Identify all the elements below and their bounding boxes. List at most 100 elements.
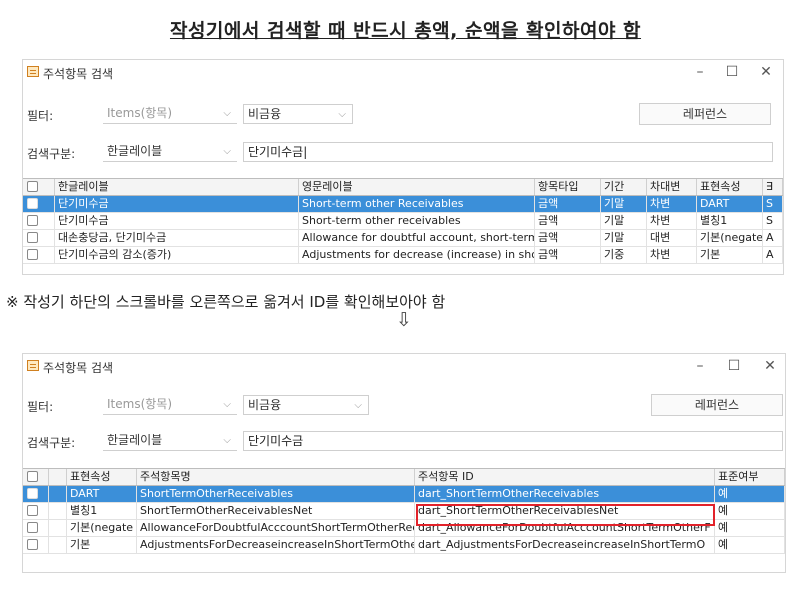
table-header: 표현속성 주석항목명 주석항목 ID 표준여부 (23, 469, 785, 486)
filter-value: Items(항목) (107, 106, 173, 120)
header-checkbox-cell[interactable] (23, 179, 55, 195)
category-dropdown[interactable]: 비금융 ⌵ (243, 395, 369, 415)
header-checkbox-cell[interactable] (23, 469, 49, 485)
indicator-cell (49, 520, 67, 536)
truncated-cell: S (763, 213, 783, 229)
column-header[interactable]: 한글레이블 (55, 179, 299, 195)
presentation-cell: DART (697, 196, 763, 212)
korean-label-cell: 단기미수금 (55, 213, 299, 229)
results-table: 표현속성 주석항목명 주석항목 ID 표준여부 DART ShortTermOt… (23, 468, 785, 554)
presentation-cell: 별칭1 (697, 213, 763, 229)
table-row[interactable]: 단기미수금의 감소(증가) Adjustments for decrease (… (23, 247, 783, 264)
arrow-down-icon: ⇩ (396, 309, 412, 331)
search-type-label: 검색구분: (27, 147, 76, 161)
item-name-cell: ShortTermOtherReceivablesNet (137, 503, 415, 519)
minimize-button[interactable]: – (685, 356, 715, 376)
table-row[interactable]: 대손충당금, 단기미수금 Allowance for doubtful acco… (23, 230, 783, 247)
item-id-cell: dart_AdjustmentsForDecreaseincreaseInSho… (415, 537, 715, 553)
close-button[interactable]: ✕ (755, 356, 785, 376)
english-label-cell: Adjustments for decrease (increase) in s… (299, 247, 535, 263)
select-all-checkbox[interactable] (27, 471, 38, 482)
item-type-cell: 금액 (535, 213, 601, 229)
maximize-button[interactable]: ☐ (719, 356, 749, 376)
row-checkbox[interactable] (27, 249, 38, 260)
korean-label-cell: 단기미수금의 감소(증가) (55, 247, 299, 263)
item-type-cell: 금액 (535, 196, 601, 212)
balance-cell: 차변 (647, 196, 697, 212)
annotation-search-window-top: 주석항목 검색 – ☐ ✕ 필터: Items(항목) ⌵ 비금융 ⌵ 레퍼런스… (22, 59, 784, 275)
standard-cell: 예 (715, 520, 785, 536)
english-label-cell: Short-term other receivables (299, 213, 535, 229)
english-label-cell: Allowance for doubtful account, short-te… (299, 230, 535, 246)
korean-label-cell: 단기미수금 (55, 196, 299, 212)
window-title: 주석항목 검색 (43, 361, 114, 375)
presentation-cell: 기본 (67, 537, 137, 553)
row-checkbox[interactable] (27, 539, 38, 550)
truncated-cell: A (763, 230, 783, 246)
search-type-label: 검색구분: (27, 436, 76, 450)
column-header[interactable]: 기간 (601, 179, 647, 195)
presentation-cell: 기본(negate (67, 520, 137, 536)
select-all-checkbox[interactable] (27, 181, 38, 192)
table-header: 한글레이블 영문레이블 항목타입 기간 차대변 표현속성 ∃ (23, 179, 783, 196)
presentation-cell: 기본(negate (697, 230, 763, 246)
presentation-cell: 별칭1 (67, 503, 137, 519)
search-input[interactable]: 단기미수금| (243, 142, 773, 162)
table-row[interactable]: 단기미수금 Short-term other receivables 금액 기말… (23, 213, 783, 230)
minimize-button[interactable]: – (685, 62, 715, 82)
row-checkbox[interactable] (27, 488, 38, 499)
search-type-dropdown[interactable]: 한글레이블 ⌵ (103, 142, 237, 162)
filter-dropdown[interactable]: Items(항목) ⌵ (103, 104, 237, 124)
table-row[interactable]: 단기미수금 Short-term other Receivables 금액 기말… (23, 196, 783, 213)
title-bar: 주석항목 검색 – ☐ ✕ (23, 60, 783, 84)
balance-cell: 차변 (647, 213, 697, 229)
maximize-button[interactable]: ☐ (717, 62, 747, 82)
truncated-cell: S (763, 196, 783, 212)
row-checkbox[interactable] (27, 215, 38, 226)
window-title: 주석항목 검색 (43, 67, 114, 81)
row-checkbox[interactable] (27, 522, 38, 533)
column-header[interactable] (49, 469, 67, 485)
row-checkbox[interactable] (27, 505, 38, 516)
column-header[interactable]: 표현속성 (697, 179, 763, 195)
app-icon (27, 66, 39, 77)
annotation-search-window-bottom: 주석항목 검색 – ☐ ✕ 필터: Items(항목) ⌵ 비금융 ⌵ 레퍼런스… (22, 353, 786, 573)
title-bar: 주석항목 검색 – ☐ ✕ (23, 354, 785, 378)
column-header[interactable]: 표현속성 (67, 469, 137, 485)
column-header[interactable]: 항목타입 (535, 179, 601, 195)
page-headline: 작성기에서 검색할 때 반드시 총액, 순액을 확인하여야 함 (169, 20, 642, 42)
category-value: 비금융 (248, 107, 282, 121)
row-checkbox[interactable] (27, 198, 38, 209)
item-name-cell: AdjustmentsForDecreaseincreaseInShortTer… (137, 537, 415, 553)
item-type-cell: 금액 (535, 247, 601, 263)
search-type-dropdown[interactable]: 한글레이블 ⌵ (103, 431, 237, 451)
period-cell: 기말 (601, 196, 647, 212)
period-cell: 기중 (601, 247, 647, 263)
filter-dropdown[interactable]: Items(항목) ⌵ (103, 395, 237, 415)
filter-value: Items(항목) (107, 397, 173, 411)
app-icon (27, 360, 39, 371)
column-header[interactable]: 차대변 (647, 179, 697, 195)
row-checkbox[interactable] (27, 232, 38, 243)
item-id-cell: dart_ShortTermOtherReceivables (415, 486, 715, 502)
column-header[interactable]: 주석항목명 (137, 469, 415, 485)
category-value: 비금융 (248, 398, 282, 412)
column-header[interactable]: 주석항목 ID (415, 469, 715, 485)
column-header[interactable]: ∃ (763, 179, 783, 195)
close-button[interactable]: ✕ (751, 62, 781, 82)
search-type-value: 한글레이블 (107, 433, 163, 447)
column-header[interactable]: 영문레이블 (299, 179, 535, 195)
english-label-cell: Short-term other Receivables (299, 196, 535, 212)
reference-button[interactable]: 레퍼런스 (639, 103, 771, 125)
category-dropdown[interactable]: 비금융 ⌵ (243, 104, 353, 124)
filter-label: 필터: (27, 109, 54, 123)
item-name-cell: ShortTermOtherReceivables (137, 486, 415, 502)
table-row[interactable]: DART ShortTermOtherReceivables dart_Shor… (23, 486, 785, 503)
item-type-cell: 금액 (535, 230, 601, 246)
table-row[interactable]: 기본 AdjustmentsForDecreaseincreaseInShort… (23, 537, 785, 554)
search-input[interactable]: 단기미수금 (243, 431, 783, 451)
reference-button[interactable]: 레퍼런스 (651, 394, 783, 416)
chevron-down-icon: ⌵ (338, 109, 346, 120)
search-type-value: 한글레이블 (107, 144, 163, 158)
column-header[interactable]: 표준여부 (715, 469, 785, 485)
